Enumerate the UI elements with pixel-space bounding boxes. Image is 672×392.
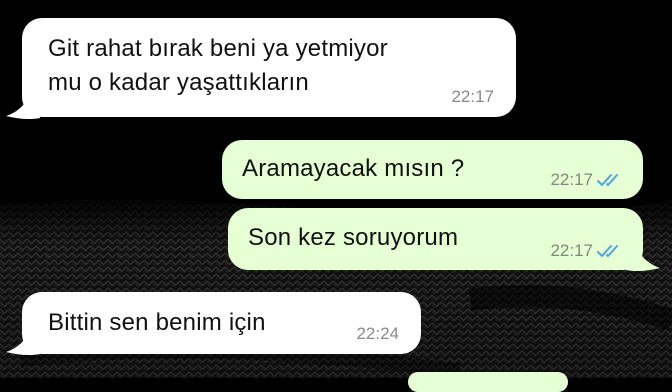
message-time: 22:17 — [550, 241, 593, 260]
message-text: Git rahat bırak beni ya yetmiyor mu o ka… — [48, 35, 388, 96]
message-bubble-incoming[interactable]: Bittin sen benim için 22:24 — [22, 292, 421, 354]
message-bubble-outgoing[interactable]: Son kez soruyorum 22:17 — [228, 208, 643, 270]
double-check-read-icon — [597, 174, 618, 186]
message-text: Son kez soruyorum — [248, 224, 459, 251]
message-time: 22:17 — [451, 87, 494, 106]
message-meta: 22:17 — [451, 87, 494, 107]
message-text: Aramayacak mısın ? — [242, 155, 465, 182]
message-time: 22:17 — [550, 170, 593, 189]
message-meta: 22:17 — [550, 170, 627, 190]
bubble-tail — [6, 332, 40, 356]
message-time: 22:24 — [356, 324, 399, 343]
message-text: Bittin sen benim için — [48, 309, 266, 336]
bubble-tail — [6, 96, 40, 120]
double-check-read-icon — [597, 245, 618, 257]
message-bubble-outgoing[interactable]: Aramayacak mısın ? 22:17 — [222, 140, 643, 199]
message-meta: 22:24 — [356, 324, 399, 344]
partial-message-bubble — [408, 372, 568, 392]
message-meta: 22:17 — [550, 241, 627, 261]
bubble-tail — [626, 248, 660, 272]
message-bubble-incoming[interactable]: Git rahat bırak beni ya yetmiyor mu o ka… — [22, 18, 516, 117]
